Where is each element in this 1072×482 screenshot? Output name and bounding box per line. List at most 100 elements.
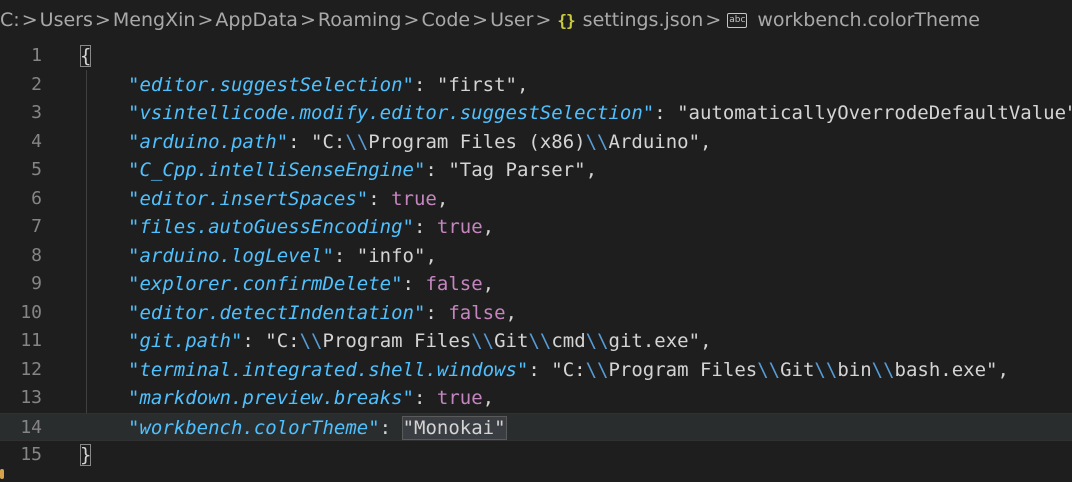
breadcrumb-settings-json[interactable]: settings.json — [583, 9, 704, 31]
breadcrumb-code[interactable]: Code — [421, 9, 470, 31]
json-key: "terminal.integrated.shell.windows" — [128, 358, 529, 381]
json-key: "markdown.preview.breaks" — [128, 387, 414, 409]
json-value: true — [436, 387, 483, 409]
lightbulb-icon[interactable] — [0, 469, 4, 479]
line-content: "explorer.confirmDelete": false, — [80, 270, 1072, 299]
line-content: } — [80, 441, 1072, 470]
comma: , — [482, 216, 495, 238]
escape-sequence: \\ — [528, 330, 552, 352]
comma: , — [997, 358, 1009, 381]
breadcrumb-workbench-colortheme[interactable]: workbench.colorTheme — [757, 9, 980, 31]
comma: , — [516, 73, 529, 96]
chevron-right-icon: > — [472, 9, 489, 31]
line-number: 13 — [20, 387, 42, 408]
code-line[interactable]: 6 "editor.insertSpaces": true, — [0, 185, 1072, 214]
comma: , — [482, 273, 495, 295]
json-key: "vsintellicode.modify.editor.suggestSele… — [128, 102, 655, 124]
json-key: "editor.detectIndentation" — [128, 301, 426, 324]
json-value: "C:\\Program Files\\Git\\bin\\bash.exe" — [551, 358, 998, 381]
string-abc-icon: abc — [727, 12, 748, 28]
code-line[interactable]: 3 "vsintellicode.modify.editor.suggestSel… — [0, 99, 1072, 128]
breadcrumb-drive[interactable]: C: — [0, 9, 20, 31]
chevron-right-icon: > — [21, 9, 38, 31]
json-value: true — [436, 216, 483, 238]
line-number: 14 — [20, 416, 42, 438]
line-content: "C_Cpp.intelliSenseEngine": "Tag Parser"… — [80, 156, 1072, 185]
chevron-right-icon: > — [403, 9, 420, 31]
json-key: "explorer.confirmDelete" — [128, 273, 403, 295]
escape-sequence: \\ — [871, 358, 895, 381]
comma: , — [425, 244, 437, 267]
colon: : — [425, 159, 449, 181]
json-key: "arduino.path" — [128, 130, 289, 153]
chevron-right-icon: > — [535, 9, 552, 31]
escape-sequence: \\ — [345, 130, 369, 153]
json-key: "workbench.colorTheme" — [128, 416, 380, 439]
breadcrumb: C: > Users > MengXin > AppData > Roaming… — [0, 0, 1072, 40]
json-value: "automaticallyOverrodeDefaultValue" — [677, 102, 1072, 124]
code-line[interactable]: 9 "explorer.confirmDelete": false, — [0, 270, 1072, 299]
comma: , — [700, 330, 712, 352]
code-line[interactable]: 15} — [0, 441, 1072, 470]
colon: : — [413, 73, 437, 96]
code-line[interactable]: 11 "git.path": "C:\\Program Files\\Git\\c… — [0, 327, 1072, 356]
json-value: false — [448, 301, 506, 324]
code-line[interactable]: 10 "editor.detectIndentation": false, — [0, 299, 1072, 328]
code-line[interactable]: 13 "markdown.preview.breaks": true, — [0, 384, 1072, 413]
colon: : — [413, 387, 437, 409]
escape-sequence: \\ — [299, 330, 323, 352]
code-line[interactable]: 2 "editor.suggestSelection": "first", — [0, 71, 1072, 100]
line-content: "arduino.path": "C:\\Program Files (x86)… — [80, 128, 1072, 157]
line-content: "files.autoGuessEncoding": true, — [80, 213, 1072, 242]
line-content: "workbench.colorTheme": "Monokai" — [80, 414, 1072, 443]
comma: , — [482, 387, 495, 409]
colon: : — [288, 130, 312, 153]
json-key: "C_Cpp.intelliSenseEngine" — [128, 159, 426, 181]
code-line[interactable]: 4 "arduino.path": "C:\\Program Files (x86… — [0, 128, 1072, 157]
escape-sequence: \\ — [757, 358, 781, 381]
line-content: "editor.detectIndentation": false, — [80, 299, 1072, 328]
colon: : — [528, 358, 552, 381]
json-value: "Tag Parser" — [448, 159, 586, 181]
code-line[interactable]: 7 "files.autoGuessEncoding": true, — [0, 213, 1072, 242]
breadcrumb-roaming[interactable]: Roaming — [318, 9, 402, 31]
code-line[interactable]: 1{ — [0, 42, 1072, 71]
line-number: 12 — [20, 358, 42, 380]
line-content: "git.path": "C:\\Program Files\\Git\\cmd… — [80, 327, 1072, 356]
colon: : — [333, 244, 357, 267]
escape-sequence: \\ — [585, 330, 609, 352]
breadcrumb-mengxin[interactable]: MengXin — [113, 9, 196, 31]
close-brace: } — [80, 444, 92, 466]
colon: : — [242, 330, 266, 352]
escape-sequence: \\ — [585, 130, 609, 153]
colon: : — [379, 416, 403, 439]
json-key: "git.path" — [128, 330, 243, 352]
code-editor[interactable]: 1{2 "editor.suggestSelection": "first", 3 "… — [0, 42, 1072, 482]
line-content: { — [80, 42, 1072, 71]
escape-sequence: \\ — [814, 358, 838, 381]
code-line[interactable]: 5 "C_Cpp.intelliSenseEngine": "Tag Parser… — [0, 156, 1072, 185]
json-value: "info" — [356, 244, 426, 267]
chevron-right-icon: > — [705, 9, 722, 31]
line-number: 5 — [31, 159, 42, 180]
breadcrumb-user[interactable]: User — [490, 9, 533, 31]
line-number: 6 — [31, 187, 42, 209]
json-key: "editor.suggestSelection" — [128, 73, 414, 96]
json-value: false — [425, 273, 483, 295]
chevron-right-icon: > — [197, 9, 214, 31]
comma: , — [505, 301, 517, 324]
json-braces-icon: {} — [557, 10, 575, 30]
line-number: 15 — [20, 444, 42, 465]
line-number: 1 — [31, 45, 42, 66]
colon: : — [402, 273, 426, 295]
breadcrumb-users[interactable]: Users — [40, 9, 93, 31]
line-number: 9 — [31, 273, 42, 294]
code-line[interactable]: 8 "arduino.logLevel": "info", — [0, 242, 1072, 271]
breadcrumb-appdata[interactable]: AppData — [215, 9, 298, 31]
code-line[interactable]: 12 "terminal.integrated.shell.windows": "… — [0, 356, 1072, 385]
json-key: "files.autoGuessEncoding" — [128, 216, 414, 238]
line-number: 7 — [31, 216, 42, 237]
json-value: "Monokai" — [401, 415, 507, 440]
code-line[interactable]: 14 "workbench.colorTheme": "Monokai" — [0, 412, 1072, 443]
line-number: 4 — [31, 130, 42, 152]
